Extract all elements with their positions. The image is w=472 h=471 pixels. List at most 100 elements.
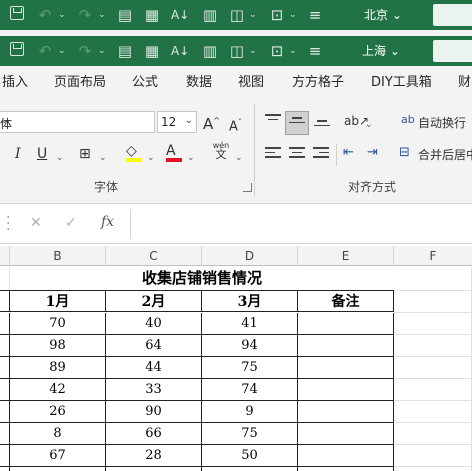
column-header-f[interactable]: F xyxy=(394,246,472,266)
paste-icon[interactable]: ▦ xyxy=(143,42,161,60)
table-cell[interactable]: 9 xyxy=(202,401,298,423)
tab-fangfang[interactable]: 方方格子 xyxy=(292,74,344,92)
table-cell[interactable]: 8 xyxy=(10,423,106,445)
table-cell[interactable]: 90 xyxy=(106,401,202,423)
sort-az-icon[interactable]: A↓ xyxy=(171,42,189,60)
column-header-e[interactable]: E xyxy=(298,246,394,266)
font-dialog-launcher-icon[interactable] xyxy=(243,183,252,192)
save-icon[interactable] xyxy=(8,42,26,60)
font-color-dropdown-icon[interactable]: ⌄ xyxy=(187,149,195,167)
decrease-indent-icon[interactable]: ⇤ xyxy=(343,144,354,162)
table-cell[interactable] xyxy=(0,335,10,357)
redo-icon[interactable]: ↷ xyxy=(76,42,94,60)
worksheet[interactable]: 收集店铺销售情况 1月 2月 3月 备注 70 40 41 98 64 94 89 44 75 4… xyxy=(0,267,472,471)
paste-icon[interactable]: ▦ xyxy=(143,6,161,24)
table-cell[interactable] xyxy=(0,379,10,401)
enter-icon[interactable]: ✓ xyxy=(65,215,77,231)
location-selector[interactable]: 北京 ⌄ xyxy=(364,7,402,23)
table-cell[interactable] xyxy=(0,423,10,445)
merge-center-icon[interactable]: ⊟ xyxy=(399,144,410,162)
table-cell[interactable] xyxy=(298,401,394,423)
textbox-icon[interactable]: ⊡ xyxy=(268,42,286,60)
align-center-icon[interactable] xyxy=(289,147,305,161)
fill-color-button[interactable]: ◇ xyxy=(126,142,142,162)
undo-icon[interactable]: ↶ xyxy=(36,42,54,60)
table-cell[interactable] xyxy=(298,379,394,401)
insert-function-icon[interactable]: fx xyxy=(101,214,114,230)
increase-indent-icon[interactable]: ⇥ xyxy=(367,144,378,162)
undo-icon[interactable]: ↶ xyxy=(36,6,54,24)
borders-dropdown-icon[interactable]: ⌄ xyxy=(99,149,107,167)
textbox-icon[interactable]: ⊡ xyxy=(268,6,286,24)
shapes-icon[interactable]: ◫ xyxy=(228,42,246,60)
table-cell[interactable] xyxy=(0,290,10,312)
sheet-title-cell[interactable]: 收集店铺销售情况 xyxy=(10,267,394,290)
merge-center-button[interactable]: 合并后居中 xyxy=(418,146,472,164)
table-cell[interactable]: 33 xyxy=(106,379,202,401)
column-header-d[interactable]: D xyxy=(202,246,298,266)
table-cell[interactable]: 64 xyxy=(106,335,202,357)
table-cell[interactable]: 26 xyxy=(10,401,106,423)
table-cell[interactable] xyxy=(298,313,394,335)
sort-az-icon[interactable]: A↓ xyxy=(171,6,189,24)
column-header-b[interactable]: B xyxy=(10,246,106,266)
tab-insert[interactable]: 插入 xyxy=(2,74,28,92)
fill-color-dropdown-icon[interactable]: ⌄ xyxy=(147,149,155,167)
header-cell-feb[interactable]: 2月 xyxy=(106,290,202,312)
phonetic-button[interactable]: wén 文 xyxy=(212,141,230,160)
tab-view[interactable]: 视图 xyxy=(238,74,264,92)
underline-dropdown-icon[interactable]: ⌄ xyxy=(56,149,64,167)
font-name-dropdown[interactable]: 体 ⌄ xyxy=(0,111,155,133)
table-cell[interactable]: 66 xyxy=(106,423,202,445)
tab-data[interactable]: 数据 xyxy=(186,74,212,92)
align-bottom-icon[interactable] xyxy=(314,120,330,134)
textbox-dropdown-icon[interactable]: ⌄ xyxy=(289,45,297,57)
redo-icon[interactable]: ↷ xyxy=(76,6,94,24)
header-cell-remarks[interactable]: 备注 xyxy=(298,290,394,312)
font-size-dropdown[interactable]: 12 ⌄ xyxy=(157,111,197,133)
chart-icon[interactable]: ▥ xyxy=(201,6,219,24)
table-cell[interactable]: 98 xyxy=(10,335,106,357)
more-commands-icon[interactable]: ≡ xyxy=(306,42,324,60)
align-left-icon[interactable] xyxy=(265,147,281,161)
search-box[interactable] xyxy=(433,4,472,26)
table-cell[interactable]: 42 xyxy=(10,379,106,401)
table-cell[interactable]: 12 xyxy=(106,467,202,471)
resize-handle-icon[interactable]: · · · xyxy=(6,211,10,237)
undo-dropdown-icon[interactable]: ⌄ xyxy=(58,45,66,57)
borders-button[interactable]: ⊞ xyxy=(79,145,91,163)
textbox-dropdown-icon[interactable]: ⌄ xyxy=(289,9,297,21)
table-cell[interactable]: 50 xyxy=(202,445,298,467)
table-cell[interactable]: 75 xyxy=(202,423,298,445)
table-cell[interactable]: 94 xyxy=(202,335,298,357)
table-cell[interactable]: 70 xyxy=(10,313,106,335)
phonetic-dropdown-icon[interactable]: ⌄ xyxy=(235,149,243,167)
tab-finance[interactable]: 财 xyxy=(458,74,471,92)
column-header-c[interactable]: C xyxy=(106,246,202,266)
tab-formulas[interactable]: 公式 xyxy=(132,74,158,92)
table-cell[interactable] xyxy=(0,357,10,379)
formula-input[interactable] xyxy=(130,209,472,239)
redo-dropdown-icon[interactable]: ⌄ xyxy=(98,9,106,21)
tab-page-layout[interactable]: 页面布局 xyxy=(54,74,106,92)
table-cell[interactable]: 28 xyxy=(106,445,202,467)
table-cell[interactable] xyxy=(298,335,394,357)
table-cell[interactable] xyxy=(298,445,394,467)
table-cell[interactable] xyxy=(298,467,394,471)
italic-button[interactable]: I xyxy=(15,145,21,163)
table-cell[interactable]: 74 xyxy=(202,379,298,401)
underline-button[interactable]: U xyxy=(37,145,47,163)
redo-dropdown-icon[interactable]: ⌄ xyxy=(98,45,106,57)
table-cell[interactable]: 40 xyxy=(106,313,202,335)
cancel-icon[interactable]: ✕ xyxy=(30,215,42,231)
table-cell[interactable]: 67 xyxy=(10,445,106,467)
increase-font-button[interactable]: A^ xyxy=(203,112,220,133)
decrease-font-button[interactable]: Aˇ xyxy=(229,114,242,136)
tab-diy-toolbox[interactable]: DIY工具箱 xyxy=(371,74,432,92)
table-cell[interactable] xyxy=(298,423,394,445)
table-cell[interactable]: 41 xyxy=(202,313,298,335)
print-preview-icon[interactable]: ▤ xyxy=(116,42,134,60)
table-cell[interactable]: 44 xyxy=(106,357,202,379)
table-cell[interactable]: 0 xyxy=(0,467,10,471)
search-box[interactable] xyxy=(433,40,472,62)
